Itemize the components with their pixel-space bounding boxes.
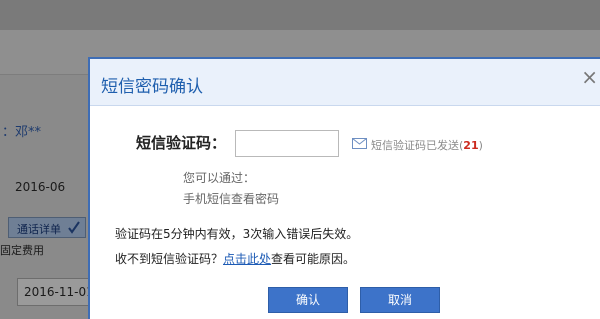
cancel-button[interactable]: 取消	[360, 287, 440, 313]
sms-code-label: 短信验证码：	[136, 134, 227, 152]
sms-sent-status-suffix: )	[478, 139, 483, 152]
not-received-suffix: 查看可能原因。	[271, 252, 356, 266]
not-received-prefix: 收不到短信验证码？	[115, 252, 224, 266]
click-here-link[interactable]: 点击此处	[223, 252, 271, 266]
background-fee-label: 固定费用	[0, 244, 44, 257]
background-date-field-value: 2016-11-01	[24, 285, 94, 299]
close-icon[interactable]: ×	[581, 67, 598, 87]
confirm-button[interactable]: 确认	[268, 287, 348, 313]
not-received-line: 收不到短信验证码？点击此处查看可能原因。	[115, 250, 355, 267]
validity-note: 验证码在5分钟内有效，3次输入错误后失效。	[115, 227, 359, 241]
sms-sent-count: 21	[463, 139, 479, 152]
background-date-field: 2016-11-01	[17, 278, 97, 306]
sms-code-input[interactable]	[235, 130, 339, 157]
call-detail-button-label: 通话详单	[17, 223, 61, 236]
sms-sent-status: 短信验证码已发送(21)	[371, 137, 483, 153]
sms-confirm-dialog: 短信密码确认 × 短信验证码： 短信验证码已发送(21) 您可以通过： 手机短信…	[88, 57, 600, 319]
hint-method-text: 手机短信查看密码	[183, 192, 280, 206]
sms-sent-status-text: 短信验证码已发送(	[371, 139, 464, 152]
hint-via-text: 您可以通过：	[183, 171, 256, 185]
dialog-header: 短信密码确认 ×	[90, 59, 600, 106]
envelope-icon	[352, 138, 367, 149]
background-date-label: 2016-06	[15, 180, 66, 194]
check-icon	[68, 221, 80, 234]
background-user-name: ：邓**	[2, 125, 42, 140]
background-topbar	[0, 0, 600, 30]
dialog-title: 短信密码确认	[101, 77, 203, 97]
